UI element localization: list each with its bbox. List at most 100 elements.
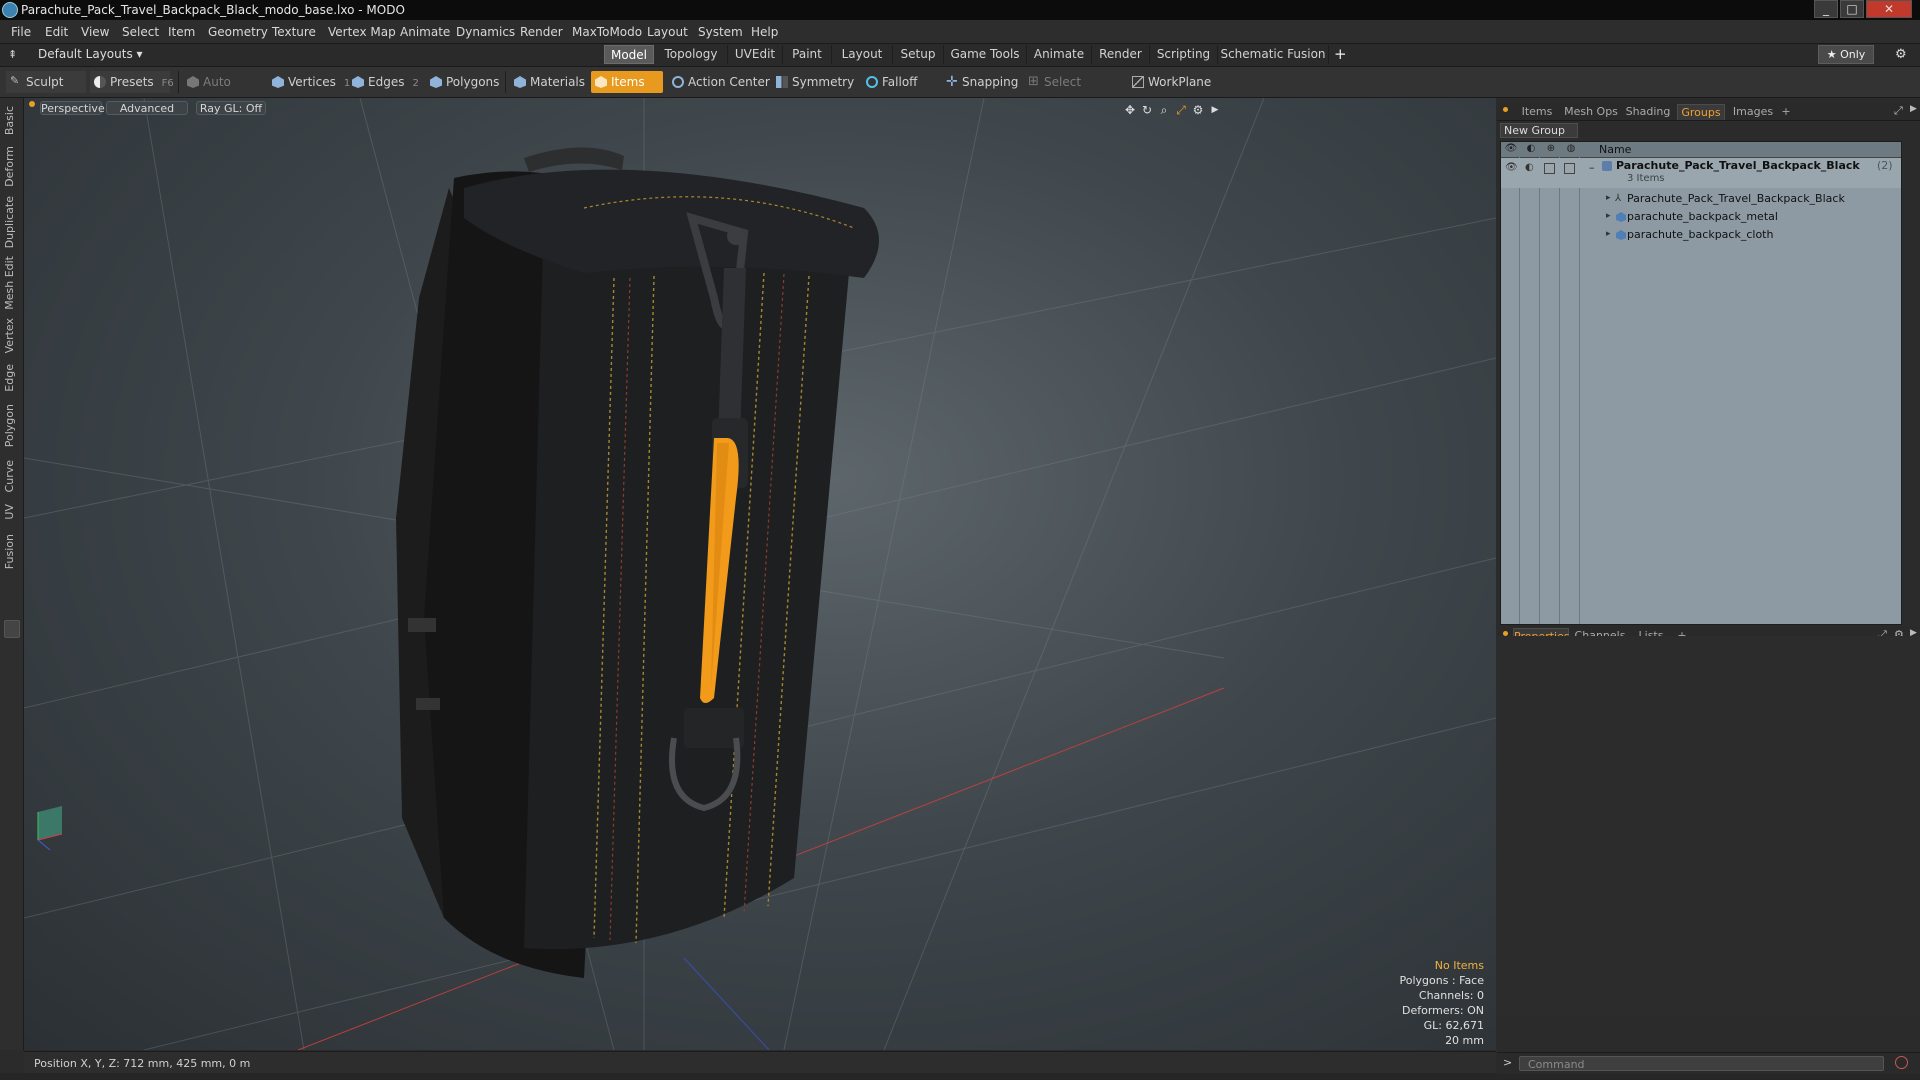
tab-scripting[interactable]: Scripting bbox=[1150, 45, 1218, 64]
menu-system[interactable]: System bbox=[698, 25, 743, 39]
new-group-button[interactable]: New Group bbox=[1500, 123, 1578, 138]
tab-shading[interactable]: Shading bbox=[1623, 104, 1673, 120]
tab-images[interactable]: Images bbox=[1729, 104, 1777, 120]
command-history-icon[interactable] bbox=[1895, 1056, 1908, 1069]
viewport-settings-icon[interactable]: ⚙ bbox=[1192, 104, 1204, 116]
items-panel-tabs: Items Mesh Ops Shading Groups Images + ⤢… bbox=[1497, 102, 1920, 121]
symmetry-button[interactable]: Symmetry bbox=[772, 71, 854, 93]
group-collapse-toggle[interactable]: – bbox=[1589, 161, 1595, 174]
left-tab-deform[interactable]: Deform bbox=[3, 146, 19, 187]
select-column-icon[interactable]: ◍ bbox=[1564, 143, 1578, 156]
layouts-collapse-icon[interactable]: ⇞ bbox=[8, 48, 17, 61]
add-panel-tab-button[interactable]: + bbox=[1779, 104, 1793, 120]
menu-render[interactable]: Render bbox=[520, 25, 563, 39]
group-row[interactable]: 👁 ◐ – Parachute_Pack_Travel_Backpack_Bla… bbox=[1501, 158, 1901, 188]
menu-view[interactable]: View bbox=[81, 25, 109, 39]
add-layout-tab-button[interactable]: + bbox=[1334, 45, 1347, 63]
visibility-column-eye-icon[interactable]: 👁 bbox=[1504, 143, 1518, 156]
perspective-dropdown[interactable]: Perspective bbox=[40, 101, 105, 115]
viewport-menu-arrow-icon[interactable]: ▶ bbox=[1209, 104, 1221, 116]
edges-mode-button[interactable]: Edges 2 bbox=[348, 71, 422, 93]
advanced-dropdown[interactable]: Advanced bbox=[106, 101, 188, 115]
tab-animate[interactable]: Animate bbox=[1027, 45, 1092, 64]
menu-texture[interactable]: Texture bbox=[272, 25, 316, 39]
zoom-view-icon[interactable]: ⌕ bbox=[1158, 104, 1170, 116]
left-tab-fusion[interactable]: Fusion bbox=[3, 534, 19, 569]
minimize-button[interactable]: _ bbox=[1814, 0, 1838, 18]
group-select-checkbox[interactable] bbox=[1564, 163, 1575, 174]
tab-schematic-fusion[interactable]: Schematic Fusion bbox=[1218, 45, 1329, 64]
gear-icon[interactable]: ⚙ bbox=[1895, 47, 1907, 62]
only-toggle-button[interactable]: ★ Only bbox=[1818, 45, 1874, 64]
select-through-button[interactable]: ⊞ Select Through bbox=[1024, 71, 1124, 111]
expand-panel-icon[interactable]: ⤢ bbox=[1894, 104, 1903, 118]
falloff-button[interactable]: Falloff bbox=[862, 71, 932, 93]
workplane-label: WorkPlane bbox=[1148, 75, 1212, 89]
tab-items[interactable]: Items bbox=[1515, 104, 1559, 120]
group-visibility-eye-icon[interactable]: 👁 bbox=[1505, 162, 1518, 173]
maximize-button[interactable]: □ bbox=[1840, 0, 1864, 18]
menu-item[interactable]: Item bbox=[168, 25, 195, 39]
expand-arrow-icon[interactable]: ▸ bbox=[1606, 193, 1611, 203]
rotate-view-icon[interactable]: ↻ bbox=[1141, 104, 1153, 116]
move-view-icon[interactable]: ✥ bbox=[1124, 104, 1136, 116]
menu-geometry[interactable]: Geometry bbox=[208, 25, 268, 39]
items-mode-button[interactable]: Items bbox=[591, 71, 663, 93]
render-column-icon[interactable]: ◐ bbox=[1524, 143, 1538, 156]
3d-viewport[interactable]: Perspective Advanced Ray GL: Off ✥ ↻ ⌕ ⤢… bbox=[24, 98, 1496, 1050]
workplane-button[interactable]: WorkPlane bbox=[1128, 71, 1212, 93]
tab-model[interactable]: Model bbox=[604, 45, 654, 64]
tab-setup[interactable]: Setup bbox=[893, 45, 944, 64]
expand-arrow-icon[interactable]: ▸ bbox=[1606, 229, 1611, 239]
group-render-icon[interactable]: ◐ bbox=[1525, 162, 1534, 173]
menu-vertex-map[interactable]: Vertex Map bbox=[328, 25, 396, 39]
left-tab-curve[interactable]: Curve bbox=[3, 460, 19, 492]
left-tab-polygon[interactable]: Polygon bbox=[3, 404, 19, 447]
left-tab-vertex[interactable]: Vertex bbox=[3, 318, 19, 353]
menu-edit[interactable]: Edit bbox=[45, 25, 68, 39]
snapping-button[interactable]: ✛ Snapping bbox=[942, 71, 1022, 93]
window-title: Parachute_Pack_Travel_Backpack_Black_mod… bbox=[21, 3, 405, 17]
action-center-button[interactable]: Action Center bbox=[668, 71, 770, 93]
left-tab-basic[interactable]: Basic bbox=[3, 106, 19, 135]
tab-uvedit[interactable]: UVEdit bbox=[728, 45, 783, 64]
materials-mode-button[interactable]: Materials bbox=[510, 71, 590, 93]
tab-render[interactable]: Render bbox=[1092, 45, 1150, 64]
tab-topology[interactable]: Topology bbox=[655, 45, 728, 64]
panel-menu-arrow-icon[interactable]: ▶ bbox=[1910, 104, 1917, 114]
group-lock-checkbox[interactable] bbox=[1544, 163, 1555, 174]
left-tab-edge[interactable]: Edge bbox=[3, 364, 19, 392]
menu-maxtomodo[interactable]: MaxToModo bbox=[572, 25, 642, 39]
fit-view-icon[interactable]: ⤢ bbox=[1175, 104, 1187, 116]
left-tab-duplicate[interactable]: Duplicate bbox=[3, 196, 19, 248]
tab-groups[interactable]: Groups bbox=[1677, 104, 1725, 120]
tree-row[interactable]: ▸ parachute_backpack_metal bbox=[1501, 209, 1901, 225]
auto-select-button[interactable]: Auto Select bbox=[183, 71, 263, 111]
left-tab-uv[interactable]: UV bbox=[3, 504, 19, 520]
menu-layout[interactable]: Layout bbox=[647, 25, 688, 39]
menu-dynamics[interactable]: Dynamics bbox=[456, 25, 515, 39]
tab-game-tools[interactable]: Game Tools bbox=[944, 45, 1027, 64]
tree-row[interactable]: ▸ parachute_backpack_cloth bbox=[1501, 227, 1901, 243]
close-button[interactable]: ✕ bbox=[1866, 0, 1912, 18]
tab-layout[interactable]: Layout bbox=[832, 45, 893, 64]
expand-arrow-icon[interactable]: ▸ bbox=[1606, 211, 1611, 221]
lock-column-icon[interactable]: ⊕ bbox=[1544, 143, 1558, 156]
menu-select[interactable]: Select bbox=[122, 25, 159, 39]
left-strip-toggle-button[interactable] bbox=[4, 620, 20, 638]
left-tab-mesh-edit[interactable]: Mesh Edit bbox=[3, 256, 19, 310]
toolbar-divider bbox=[505, 71, 506, 93]
polygons-mode-button[interactable]: Polygons bbox=[426, 71, 502, 93]
vertices-mode-button[interactable]: Vertices 1 bbox=[268, 71, 350, 93]
presets-button[interactable]: Presets F6 bbox=[90, 71, 174, 93]
menu-help[interactable]: Help bbox=[751, 25, 778, 39]
tab-paint[interactable]: Paint bbox=[783, 45, 832, 64]
sculpt-button[interactable]: ✎ Sculpt bbox=[6, 71, 86, 93]
raygl-toggle[interactable]: Ray GL: Off bbox=[196, 101, 266, 115]
tree-row[interactable]: ▸ ⅄ Parachute_Pack_Travel_Backpack_Black bbox=[1501, 191, 1901, 207]
menu-file[interactable]: File bbox=[11, 25, 31, 39]
command-input[interactable]: Command bbox=[1519, 1056, 1884, 1071]
tab-mesh-ops[interactable]: Mesh Ops bbox=[1563, 104, 1619, 120]
menu-animate[interactable]: Animate bbox=[400, 25, 450, 39]
default-layouts-dropdown[interactable]: Default Layouts ▾ bbox=[38, 47, 143, 61]
